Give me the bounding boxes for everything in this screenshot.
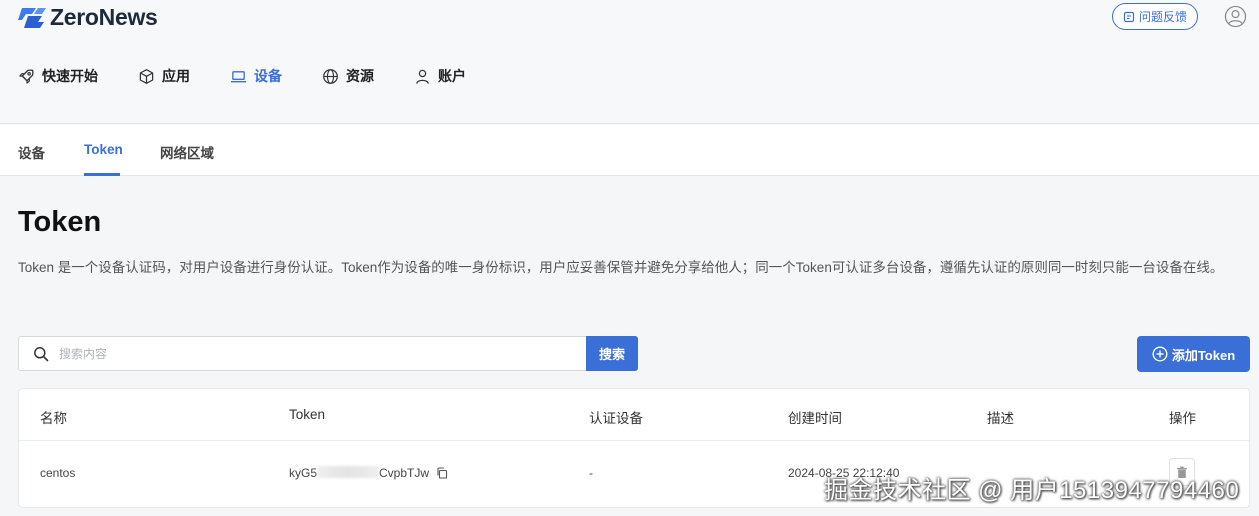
user-icon [416,69,429,84]
active-tab-indicator [84,173,120,176]
sub-tabs: 设备 Token 网络区域 [0,125,1259,176]
top-bar: ZeroNews 问题反馈 快速开始 应用 设备 资源 账户 [0,0,1259,124]
feedback-button[interactable]: 问题反馈 [1112,3,1198,30]
table-header: 名称 Token 认证设备 创建时间 描述 操作 [19,389,1249,441]
app-name: ZeroNews [50,4,158,30]
nav-item-apps[interactable]: 应用 [138,64,190,88]
user-avatar-icon[interactable] [1224,5,1247,28]
search-icon [34,346,49,361]
page-title: Token [18,206,102,238]
tab-token[interactable]: Token [84,142,123,157]
nav-label: 账户 [438,68,466,84]
nav-item-quickstart[interactable]: 快速开始 [18,64,98,88]
col-header-name: 名称 [40,411,67,426]
nav-label: 资源 [346,68,374,84]
nav-label: 设备 [254,68,282,84]
zeronews-logo-icon [18,7,46,28]
search-bar: 搜索 [18,336,638,371]
token-prefix: kyG5 [289,466,318,480]
token-mask [317,466,380,478]
col-header-created: 创建时间 [788,411,842,426]
add-token-button[interactable]: 添加Token [1137,336,1250,372]
col-header-token: Token [289,407,326,422]
nav-label: 应用 [162,68,190,84]
globe-icon [323,68,338,84]
feedback-label: 问题反馈 [1138,10,1187,24]
rocket-icon [19,68,34,84]
nav-item-resources[interactable]: 资源 [322,64,374,88]
token-suffix: CvpbTJw [379,466,430,480]
nav-item-account[interactable]: 账户 [414,64,466,88]
copy-icon[interactable] [436,467,448,479]
nav-item-devices[interactable]: 设备 [230,64,282,88]
search-input[interactable] [59,346,539,361]
col-header-actions: 操作 [1169,411,1196,426]
cell-name: centos [40,466,76,480]
laptop-icon [230,70,247,82]
add-token-label: 添加Token [1171,347,1236,363]
watermark: 掘金技术社区 @ 用户1513947794460 [824,477,1240,504]
cube-icon [139,68,154,84]
cell-device: - [589,466,593,480]
cell-token: kyG5 CvpbTJw [289,466,448,480]
search-button[interactable]: 搜索 [586,336,638,371]
tab-devices[interactable]: 设备 [18,142,45,162]
logo[interactable]: ZeroNews [18,4,158,31]
tab-network-zones[interactable]: 网络区域 [160,142,214,162]
plus-circle-icon [1152,346,1168,362]
page-description: Token 是一个设备认证码，对用户设备进行身份认证。Token作为设备的唯一身… [18,260,1224,275]
col-header-device: 认证设备 [589,411,643,426]
nav-label: 快速开始 [42,68,98,84]
feedback-icon [1123,11,1135,22]
search-box [18,336,586,371]
main-nav: 快速开始 应用 设备 资源 账户 [18,64,506,88]
col-header-desc: 描述 [987,411,1014,426]
